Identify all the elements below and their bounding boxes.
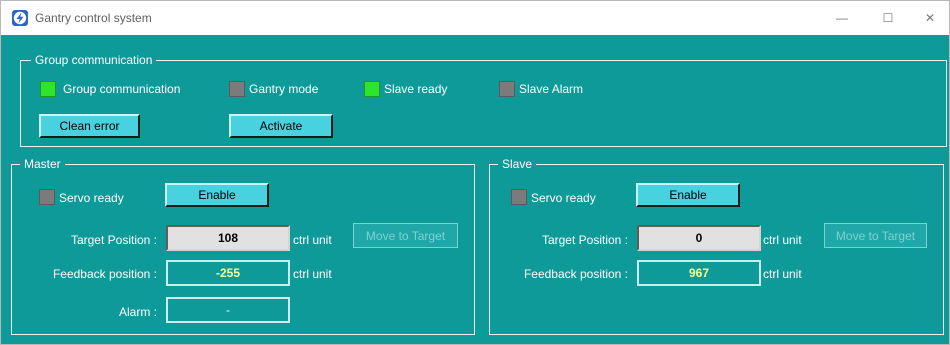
master-feedback-position-readout: -255: [166, 260, 290, 286]
close-icon: ✕: [924, 11, 936, 25]
master-servo-ready-indicator: [39, 189, 55, 205]
group-communication-panel: Group communication: [20, 53, 947, 147]
master-alarm-label: Alarm :: [118, 305, 157, 319]
maximize-button[interactable]: ☐: [865, 1, 911, 35]
slave-legend: Slave: [502, 157, 533, 171]
slave-feedback-position-label: Feedback position :: [523, 267, 628, 281]
master-feedback-unit: ctrl unit: [293, 267, 332, 281]
clean-error-button[interactable]: Clean error: [39, 114, 140, 138]
slave-servo-ready-indicator: [511, 189, 527, 205]
activate-button[interactable]: Activate: [229, 114, 333, 138]
main-panel: Group communication Group communication …: [1, 35, 949, 344]
group-communication-label: Group communication: [63, 82, 181, 96]
slave-feedback-position-readout: 967: [637, 260, 761, 286]
slave-ready-indicator: [364, 81, 380, 97]
minimize-icon: —: [836, 11, 848, 25]
minimize-button[interactable]: —: [819, 1, 865, 35]
master-feedback-position-label: Feedback position :: [52, 267, 157, 281]
slave-servo-ready-label: Servo ready: [531, 191, 596, 205]
master-target-position-label: Target Position :: [70, 233, 157, 247]
slave-enable-button[interactable]: Enable: [636, 183, 740, 207]
window-title: Gantry control system: [35, 11, 152, 25]
slave-target-position-label: Target Position :: [541, 233, 628, 247]
master-move-to-target-button[interactable]: Move to Target: [353, 223, 458, 248]
gantry-mode-indicator: [229, 81, 245, 97]
app-window: Gantry control system — ☐ ✕ Group commun…: [0, 0, 950, 345]
group-communication-indicator: [40, 81, 56, 97]
slave-alarm-indicator: [499, 81, 515, 97]
master-servo-ready-label: Servo ready: [59, 191, 124, 205]
master-legend: Master: [24, 157, 61, 171]
slave-target-unit: ctrl unit: [763, 233, 802, 247]
master-enable-button[interactable]: Enable: [165, 183, 269, 207]
gantry-mode-label: Gantry mode: [249, 82, 319, 96]
slave-alarm-label: Slave Alarm: [519, 82, 584, 96]
master-target-unit: ctrl unit: [293, 233, 332, 247]
slave-feedback-unit: ctrl unit: [763, 267, 802, 281]
app-lightning-icon: [12, 10, 28, 26]
slave-ready-label: Slave ready: [384, 82, 448, 96]
master-target-position-input[interactable]: 108: [166, 225, 290, 251]
title-bar: Gantry control system — ☐ ✕: [1, 1, 949, 36]
group-communication-legend: Group communication: [35, 53, 153, 67]
close-button[interactable]: ✕: [911, 1, 949, 35]
slave-move-to-target-button[interactable]: Move to Target: [824, 223, 927, 248]
maximize-icon: ☐: [882, 11, 894, 25]
master-alarm-readout: -: [166, 297, 290, 323]
slave-target-position-input[interactable]: 0: [637, 225, 761, 251]
